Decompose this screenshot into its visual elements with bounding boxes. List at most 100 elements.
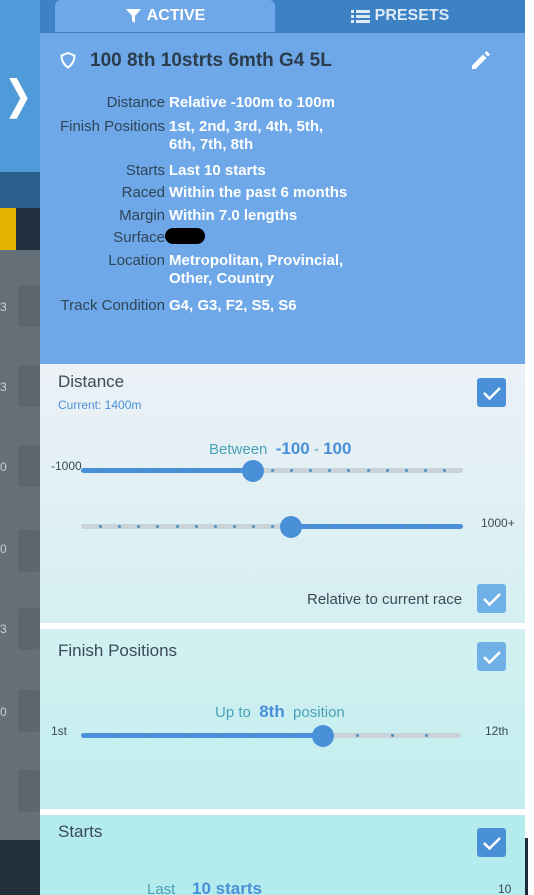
- background-cell: [18, 285, 40, 327]
- edit-icon[interactable]: [469, 50, 491, 77]
- slider-tick: [271, 469, 274, 472]
- starts-readout: Last 10 starts: [147, 879, 262, 895]
- slider-tick: [194, 525, 198, 528]
- slider-tick: [404, 469, 408, 472]
- slider-tick: [423, 525, 427, 528]
- summary-label: Distance: [106, 94, 165, 111]
- slider-tick: [175, 469, 179, 472]
- slider-tick: [175, 525, 179, 528]
- distance-high-value: 100: [323, 439, 352, 458]
- summary-label: Location: [108, 252, 165, 269]
- tab-active[interactable]: ACTIVE: [55, 0, 275, 32]
- distance-low-slider-fill: [81, 468, 253, 473]
- distance-checkbox[interactable]: [477, 378, 506, 407]
- slider-tick: [232, 469, 236, 472]
- slider-tick: [385, 525, 389, 528]
- finish-checkbox[interactable]: [477, 642, 506, 671]
- distance-low-value: -100: [275, 439, 310, 458]
- slider-tick: [251, 525, 255, 528]
- slider-tick: [213, 469, 217, 472]
- relative-label: Relative to current race: [307, 591, 463, 608]
- background-dark-band: [16, 208, 40, 250]
- finish-slider-track[interactable]: [81, 733, 461, 738]
- slider-tick: [194, 469, 198, 472]
- slider-tick: [290, 469, 294, 472]
- checkmark-icon: [482, 386, 501, 400]
- distance-high-slider-handle[interactable]: [280, 516, 303, 538]
- slider-tick: [442, 525, 446, 528]
- starts-max-label: 10: [498, 882, 512, 895]
- starts-checkbox[interactable]: [477, 828, 506, 857]
- tab-presets[interactable]: PRESETS: [280, 0, 520, 32]
- distance-range-readout: Between -100 - 100: [209, 439, 351, 459]
- slider-tick: [328, 469, 332, 472]
- summary-label: Margin: [119, 207, 165, 224]
- finish-min-label: 1st: [51, 724, 68, 738]
- starts-value: 10 starts: [192, 879, 262, 895]
- slider-tick: [232, 525, 236, 528]
- distance-min-label: -1000: [51, 459, 82, 473]
- distance-separator: -: [313, 441, 319, 458]
- filter-panel: ACTIVE PRESETS 100 8th 10strts 6mth G4 5…: [40, 0, 525, 895]
- slider-tick: [425, 734, 429, 737]
- background-cell: [18, 690, 40, 732]
- summary-value: Within 7.0 lengths: [169, 207, 298, 224]
- distance-high-slider-fill: [291, 524, 463, 529]
- starts-section: Starts Last 10 starts 10: [40, 815, 525, 895]
- right-edge: [525, 0, 534, 895]
- summary-value: Metropolitan, Provincial, Other, Country: [169, 252, 344, 287]
- finish-prefix: Up to: [215, 704, 251, 721]
- background-row-digit: 0: [0, 460, 7, 474]
- tab-presets-label: PRESETS: [374, 7, 450, 24]
- summary-value: Last 10 starts: [169, 162, 266, 179]
- slider-tick: [356, 734, 360, 737]
- distance-high-slider-track[interactable]: [81, 524, 463, 529]
- slider-tick: [404, 525, 408, 528]
- starts-title: Starts: [58, 822, 103, 841]
- slider-tick: [442, 469, 446, 472]
- slider-tick: [156, 525, 160, 528]
- slider-tick: [99, 525, 103, 528]
- finish-readout: Up to 8th position: [215, 702, 345, 722]
- finish-value: 8th: [259, 702, 285, 721]
- background-accent-band: [0, 208, 16, 250]
- slider-tick: [114, 734, 118, 737]
- summary-label: Track Condition: [60, 297, 166, 314]
- background-cell: [18, 530, 40, 572]
- finish-max-label: 12th: [485, 724, 509, 738]
- finish-suffix: position: [293, 704, 345, 721]
- distance-section: Distance Current: 1400m Between -100 - 1…: [40, 365, 525, 623]
- starts-prefix: Last: [147, 881, 176, 895]
- background-row-digit: 3: [0, 622, 7, 636]
- finish-slider-handle[interactable]: [311, 725, 334, 747]
- background-row-digit: 0: [0, 542, 7, 556]
- summary-label: Raced: [121, 184, 165, 201]
- slider-tick: [213, 525, 217, 528]
- checkmark-icon: [482, 592, 501, 606]
- slider-tick: [271, 525, 274, 528]
- slider-tick: [423, 469, 427, 472]
- distance-between-label: Between: [209, 441, 268, 458]
- finish-title: Finish Positions: [58, 641, 178, 660]
- background-cell: [18, 445, 40, 487]
- distance-low-slider-handle[interactable]: [241, 460, 264, 482]
- summary-value: 1st, 2nd, 3rd, 4th, 5th, 6th, 7th, 8th: [169, 118, 324, 153]
- distance-low-slider-track[interactable]: [81, 468, 463, 473]
- summary-value: G4, G3, F2, S5, S6: [169, 297, 297, 314]
- filter-summary: 100 8th 10strts 6mth G4 5L Distance Rela…: [40, 33, 525, 364]
- distance-max-label: 1000+: [481, 516, 515, 530]
- background-cell: [18, 770, 40, 812]
- summary-value: Within the past 6 months: [169, 184, 348, 201]
- slider-tick: [366, 469, 370, 472]
- slider-tick: [137, 525, 141, 528]
- background-cell: [18, 365, 40, 407]
- background-row-digit: 3: [0, 380, 7, 394]
- slider-tick: [390, 734, 394, 737]
- slider-tick: [347, 469, 351, 472]
- checkmark-icon: [482, 836, 501, 850]
- chevron-right-icon[interactable]: ❯: [4, 72, 33, 120]
- redaction-mark: [165, 228, 205, 244]
- summary-value: Relative -100m to 100m: [169, 94, 335, 111]
- slider-tick: [252, 734, 256, 737]
- relative-checkbox[interactable]: [477, 584, 506, 613]
